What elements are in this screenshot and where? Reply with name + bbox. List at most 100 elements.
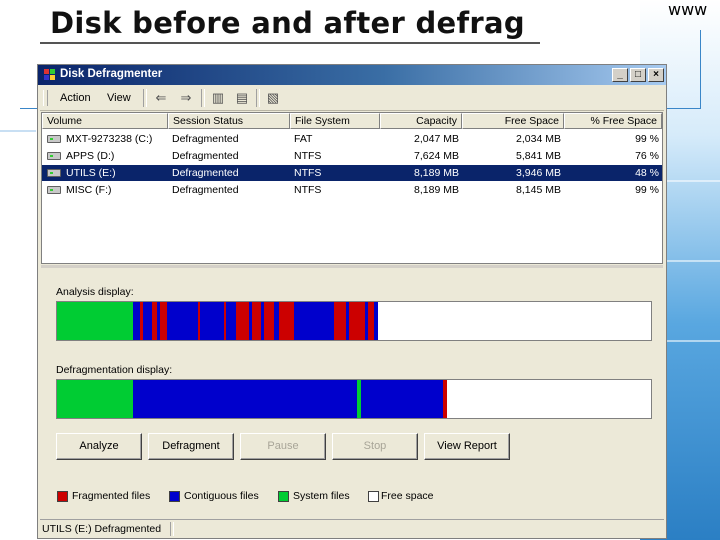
volume-cell-free: 8,145 MB xyxy=(516,184,561,196)
toolbar-separator xyxy=(256,89,260,107)
status-divider xyxy=(170,522,174,536)
maximize-button[interactable]: □ xyxy=(630,68,646,82)
legend-swatch-fragmented xyxy=(57,491,68,502)
volume-cell-free: 3,946 MB xyxy=(516,167,561,179)
volume-cell-status: Defragmented xyxy=(172,150,239,162)
volume-cell-free: 5,841 MB xyxy=(516,150,561,162)
pause-button[interactable]: Pause xyxy=(240,433,326,460)
defrag-app-icon xyxy=(44,69,55,80)
volume-cell-capacity: 2,047 MB xyxy=(414,133,459,145)
volume-cell-pct: 48 % xyxy=(635,167,659,179)
segment-contiguous xyxy=(294,302,335,340)
window-titlebar[interactable]: Disk Defragmenter _ □ × xyxy=(38,65,666,85)
volume-list: Volume Session Status File System Capaci… xyxy=(41,112,663,264)
volume-cell-fs: FAT xyxy=(294,133,313,145)
properties-icon[interactable]: ▤ xyxy=(234,91,250,105)
folder-icon[interactable]: ▥ xyxy=(210,91,226,105)
help-icon[interactable]: ▧ xyxy=(265,91,281,105)
volume-cell-fs: NTFS xyxy=(294,150,322,162)
slide-title: Disk before and after defrag xyxy=(50,6,525,40)
volume-cell-pct: 99 % xyxy=(635,133,659,145)
volume-cell-fs: NTFS xyxy=(294,167,322,179)
volume-cell-status: Defragmented xyxy=(172,184,239,196)
column-header-file-system[interactable]: File System xyxy=(290,113,380,129)
segment-fragmented xyxy=(160,302,168,340)
volume-cell-volume: MISC (F:) xyxy=(66,184,112,196)
defrag-display-label: Defragmentation display: xyxy=(56,364,173,376)
back-arrow-icon[interactable]: ⇐ xyxy=(153,91,169,105)
volume-row[interactable]: MISC (F:) Defragmented NTFS 8,189 MB 8,145 M… xyxy=(42,182,662,198)
title-underline xyxy=(40,42,540,44)
stop-button[interactable]: Stop xyxy=(332,433,418,460)
menu-action[interactable]: Action xyxy=(60,92,91,104)
volume-cell-capacity: 7,624 MB xyxy=(414,150,459,162)
column-header-capacity[interactable]: Capacity xyxy=(380,113,462,129)
volume-row[interactable]: UTILS (E:) Defragmented NTFS 8,189 MB 3,946 … xyxy=(42,165,662,181)
segment-fragmented xyxy=(263,302,275,340)
legend-label: Free space xyxy=(381,490,434,502)
analysis-display-bar xyxy=(56,301,652,341)
minimize-button[interactable]: _ xyxy=(612,68,628,82)
window-title: Disk Defragmenter xyxy=(60,68,163,80)
menu-toolbar: Action View ⇐ ⇒ ▥ ▤ ▧ xyxy=(40,86,664,111)
segment-contiguous xyxy=(361,380,444,418)
status-bar: UTILS (E:) Defragmented xyxy=(40,519,664,538)
volume-cell-volume: MXT-9273238 (C:) xyxy=(66,133,153,145)
segment-fragmented xyxy=(334,302,346,340)
volume-cell-pct: 76 % xyxy=(635,150,659,162)
volume-cell-fs: NTFS xyxy=(294,184,322,196)
column-header-volume[interactable]: Volume xyxy=(42,113,168,129)
volume-list-header: Volume Session Status File System Capaci… xyxy=(42,113,662,129)
volume-cell-volume: UTILS (E:) xyxy=(66,167,116,179)
drive-icon xyxy=(47,169,61,177)
view-report-button[interactable]: View Report xyxy=(424,433,510,460)
segment-contiguous xyxy=(143,302,153,340)
drive-icon xyxy=(47,186,61,194)
volume-row[interactable]: MXT-9273238 (C:) Defragmented FAT 2,047 MB 2… xyxy=(42,131,662,147)
segment-free xyxy=(446,380,651,418)
drive-icon xyxy=(47,152,61,160)
analysis-display-label: Analysis display: xyxy=(56,286,134,298)
volume-cell-volume: APPS (D:) xyxy=(66,150,115,162)
disk-defragmenter-window: Disk Defragmenter _ □ × Action View ⇐ ⇒ … xyxy=(37,64,667,539)
volume-cell-pct: 99 % xyxy=(635,184,659,196)
volume-cell-capacity: 8,189 MB xyxy=(414,167,459,179)
segment-contiguous xyxy=(133,380,357,418)
volume-cell-free: 2,034 MB xyxy=(516,133,561,145)
legend-label: Contiguous files xyxy=(184,490,259,502)
volume-cell-status: Defragmented xyxy=(172,167,239,179)
toolbar-separator xyxy=(143,89,147,107)
column-header-pct-free[interactable]: % Free Space xyxy=(564,113,662,129)
segment-free xyxy=(378,302,592,340)
legend-label: Fragmented files xyxy=(72,490,151,502)
segment-contiguous xyxy=(200,302,224,340)
volume-cell-capacity: 8,189 MB xyxy=(414,184,459,196)
legend-swatch-contiguous xyxy=(169,491,180,502)
segment-fragmented xyxy=(252,302,261,340)
status-text: UTILS (E:) Defragmented xyxy=(42,523,162,535)
analyze-button[interactable]: Analyze xyxy=(56,433,142,460)
legend-swatch-free xyxy=(368,491,379,502)
segment-fragmented xyxy=(348,302,366,340)
close-button[interactable]: × xyxy=(648,68,664,82)
segment-contiguous xyxy=(167,302,199,340)
pane-splitter[interactable] xyxy=(41,265,663,268)
segment-system xyxy=(57,380,134,418)
column-header-free-space[interactable]: Free Space xyxy=(462,113,564,129)
column-header-session-status[interactable]: Session Status xyxy=(168,113,290,129)
drive-icon xyxy=(47,135,61,143)
segment-system xyxy=(57,302,134,340)
defragment-button[interactable]: Defragment xyxy=(148,433,234,460)
forward-arrow-icon[interactable]: ⇒ xyxy=(178,91,194,105)
menu-view[interactable]: View xyxy=(107,92,131,104)
slide-line-decoration xyxy=(0,130,36,132)
volume-cell-status: Defragmented xyxy=(172,133,239,145)
legend-label: System files xyxy=(293,490,350,502)
toolbar-separator xyxy=(201,89,205,107)
volume-row[interactable]: APPS (D:) Defragmented NTFS 7,624 MB 5,841 M… xyxy=(42,148,662,164)
defrag-display-bar xyxy=(56,379,652,419)
segment-contiguous xyxy=(133,302,141,340)
segment-fragmented xyxy=(235,302,249,340)
legend-swatch-system xyxy=(278,491,289,502)
segment-contiguous xyxy=(226,302,236,340)
